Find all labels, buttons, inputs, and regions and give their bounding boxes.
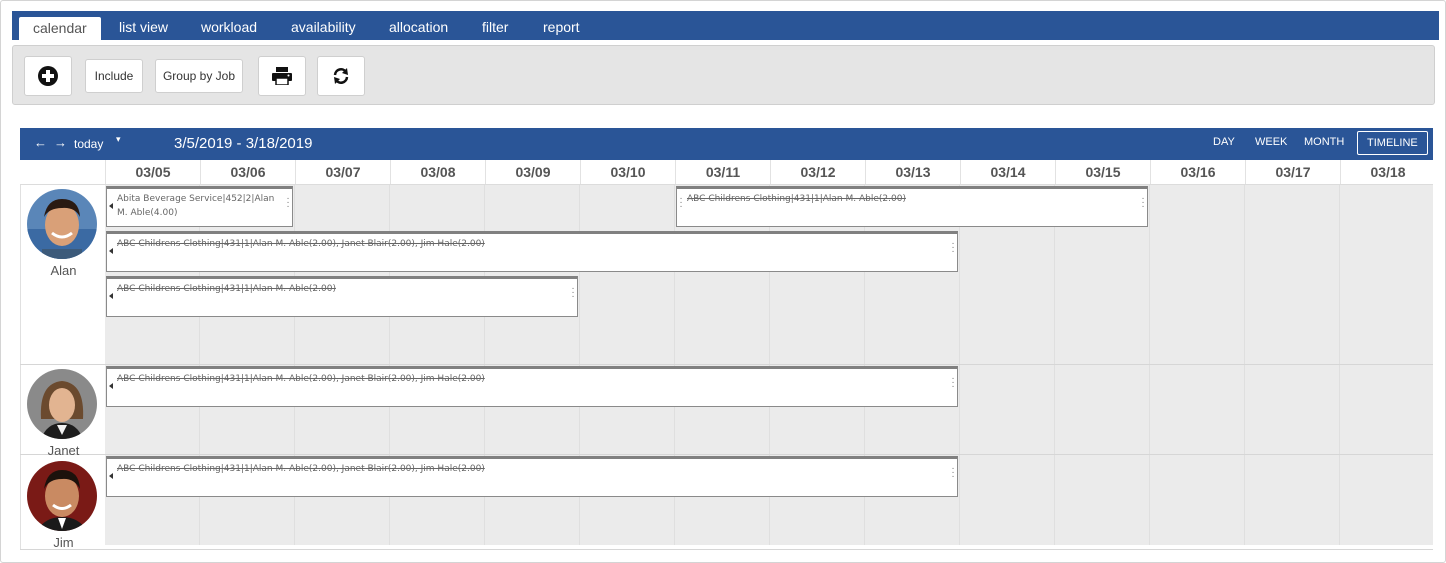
resource-row-jim: Jim <box>20 455 105 550</box>
view-week-button[interactable]: WEEK <box>1255 136 1287 148</box>
event-resize-left-icon[interactable] <box>109 383 113 389</box>
resource-row-janet: Janet <box>20 365 105 458</box>
printer-icon <box>272 67 292 85</box>
next-arrow-icon[interactable]: → <box>54 135 67 150</box>
event-menu-dots-icon[interactable]: · · · <box>571 284 575 302</box>
date-range-title: 3/5/2019 - 3/18/2019 <box>174 135 313 152</box>
view-day-button[interactable]: DAY <box>1213 136 1235 148</box>
refresh-button[interactable] <box>317 56 365 96</box>
event-menu-dots-icon[interactable]: · · · <box>951 239 955 257</box>
print-button[interactable] <box>258 56 306 96</box>
view-timeline-button[interactable]: TIMELINE <box>1357 131 1428 155</box>
event-bar[interactable]: ABC Childrens Clothing|431|1|Alan M. Abl… <box>106 456 958 497</box>
date-header: 03/05 <box>105 160 200 184</box>
date-header: 03/12 <box>770 160 865 184</box>
date-header: 03/18 <box>1340 160 1435 184</box>
event-menu-dots-icon[interactable]: · · · <box>951 464 955 482</box>
main-tab-bar: calendar list view workload availability… <box>12 11 1439 40</box>
tab-allocation[interactable]: allocation <box>375 17 462 38</box>
date-header: 03/16 <box>1150 160 1245 184</box>
include-button[interactable]: Include <box>85 59 143 93</box>
date-header: 03/10 <box>580 160 675 184</box>
add-button[interactable] <box>24 56 72 96</box>
calendar-header: ← → today ▾ 3/5/2019 - 3/18/2019 DAY WEE… <box>20 128 1433 160</box>
grid-column-line <box>1339 185 1340 545</box>
tab-calendar[interactable]: calendar <box>19 17 101 40</box>
tab-filter[interactable]: filter <box>468 17 522 38</box>
event-bar[interactable]: Abita Beverage Service|452|2|Alan M. Abl… <box>106 186 293 227</box>
date-header-row: 03/05 03/06 03/07 03/08 03/09 03/10 03/1… <box>20 160 1433 185</box>
event-resize-left-icon[interactable] <box>109 473 113 479</box>
date-header: 03/08 <box>390 160 485 184</box>
event-title: ABC Childrens Clothing|431|1|Alan M. Abl… <box>117 239 485 249</box>
grid-column-line <box>1244 185 1245 545</box>
event-bar[interactable]: ABC Childrens Clothing|431|1|Alan M. Abl… <box>106 231 958 272</box>
row-divider <box>20 549 1433 550</box>
tab-report[interactable]: report <box>529 17 594 38</box>
date-header: 03/07 <box>295 160 390 184</box>
date-header: 03/14 <box>960 160 1055 184</box>
view-month-button[interactable]: MONTH <box>1304 136 1344 148</box>
event-menu-dots-icon[interactable]: · · · <box>951 374 955 392</box>
avatar <box>27 189 97 259</box>
toolbar: Include Group by Job <box>12 45 1435 105</box>
resource-row-alan: Alan <box>20 185 105 364</box>
event-resize-left-icon[interactable] <box>109 248 113 254</box>
event-bar[interactable]: ABC Childrens Clothing|431|1|Alan M. Abl… <box>106 276 578 317</box>
tab-list-view[interactable]: list view <box>105 17 182 38</box>
avatar <box>27 369 97 439</box>
grid-column-line <box>1054 185 1055 545</box>
event-resize-left-icon[interactable] <box>109 293 113 299</box>
event-bar[interactable]: · · · ABC Childrens Clothing|431|1|Alan M.… <box>676 186 1148 227</box>
event-menu-dots-icon[interactable]: · · · <box>1141 194 1145 212</box>
plus-circle-icon <box>38 66 58 86</box>
today-button[interactable]: today <box>74 137 103 151</box>
refresh-icon <box>333 68 349 84</box>
row-divider <box>20 364 1433 365</box>
date-header: 03/09 <box>485 160 580 184</box>
event-title: Abita Beverage Service|452|2|Alan M. Abl… <box>117 194 275 218</box>
row-divider <box>20 454 1433 455</box>
event-bar[interactable]: ABC Childrens Clothing|431|1|Alan M. Abl… <box>106 366 958 407</box>
avatar <box>27 461 97 531</box>
group-by-job-button[interactable]: Group by Job <box>155 59 243 93</box>
resource-name: Alan <box>50 263 77 278</box>
event-title: ABC Childrens Clothing|431|1|Alan M. Abl… <box>687 194 906 204</box>
date-header: 03/17 <box>1245 160 1340 184</box>
prev-arrow-icon[interactable]: ← <box>34 135 47 150</box>
event-drag-dots-icon[interactable]: · · · <box>679 194 683 212</box>
event-menu-dots-icon[interactable]: · · · <box>286 194 290 212</box>
tab-availability[interactable]: availability <box>277 17 370 38</box>
grid-column-line <box>959 185 960 545</box>
event-title: ABC Childrens Clothing|431|1|Alan M. Abl… <box>117 374 485 384</box>
date-header: 03/13 <box>865 160 960 184</box>
date-header: 03/06 <box>200 160 295 184</box>
date-header: 03/11 <box>675 160 770 184</box>
grid-column-line <box>1149 185 1150 545</box>
event-resize-left-icon[interactable] <box>109 203 113 209</box>
date-header: 03/15 <box>1055 160 1150 184</box>
event-title: ABC Childrens Clothing|431|1|Alan M. Abl… <box>117 284 336 294</box>
resource-name: Jim <box>53 535 74 550</box>
event-title: ABC Childrens Clothing|431|1|Alan M. Abl… <box>117 464 485 474</box>
today-dropdown-icon[interactable]: ▾ <box>116 134 121 145</box>
tab-workload[interactable]: workload <box>187 17 271 38</box>
